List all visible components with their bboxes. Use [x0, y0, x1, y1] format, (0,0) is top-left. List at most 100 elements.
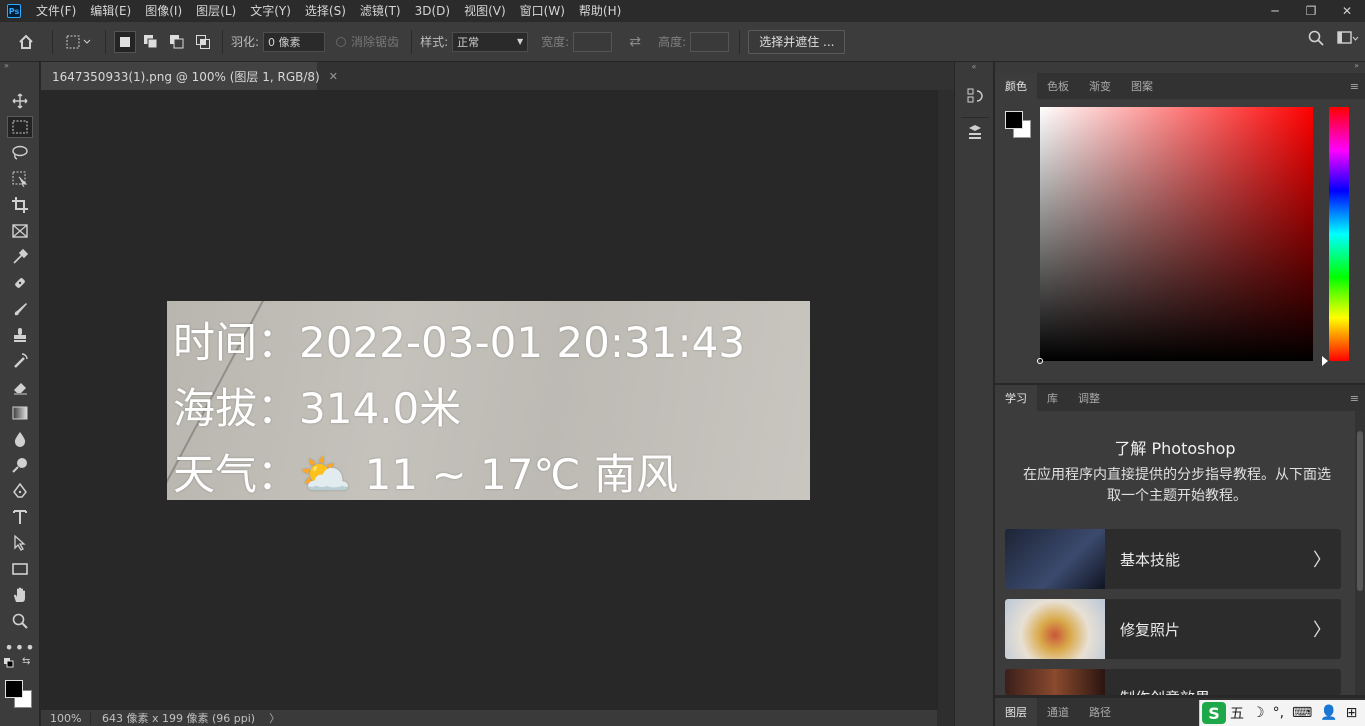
- type-tool-icon[interactable]: [0, 504, 40, 530]
- tab-patterns[interactable]: 图案: [1121, 73, 1163, 99]
- close-tab-icon[interactable]: ✕: [329, 70, 338, 83]
- more-tools-icon[interactable]: •••: [0, 634, 40, 660]
- vertical-scrollbar[interactable]: [937, 90, 954, 710]
- color-panel-swatches[interactable]: [1005, 111, 1035, 141]
- menu-filter[interactable]: 滤镜(T): [353, 0, 408, 22]
- menu-3d[interactable]: 3D(D): [408, 0, 457, 22]
- hand-tool-icon[interactable]: [0, 582, 40, 608]
- tools-panel: » ••• ⇆: [0, 62, 40, 726]
- menu-layer[interactable]: 图层(L): [189, 0, 243, 22]
- rectangular-marquee-tool-icon[interactable]: [0, 114, 40, 140]
- pen-tool-icon[interactable]: [0, 478, 40, 504]
- color-swatches[interactable]: [0, 670, 39, 710]
- status-menu-arrow-icon[interactable]: 〉: [269, 710, 280, 726]
- workspace-icon[interactable]: [1331, 31, 1365, 45]
- panel-menu-icon[interactable]: ≡: [1350, 392, 1359, 405]
- menu-select[interactable]: 选择(S): [298, 0, 353, 22]
- zoom-tool-icon[interactable]: [0, 608, 40, 634]
- color-picker-marker[interactable]: [1037, 358, 1043, 364]
- crop-tool-icon[interactable]: [0, 192, 40, 218]
- blur-tool-icon[interactable]: [0, 426, 40, 452]
- tutorial-card-basic-skills[interactable]: 基本技能 〉: [1005, 529, 1341, 589]
- tutorial-card-fix-photo[interactable]: 修复照片 〉: [1005, 599, 1341, 659]
- learn-panel-scrollbar[interactable]: [1355, 411, 1365, 695]
- document-image[interactable]: 时间：2022-03-01 20:31:43 海拔：314.0米 天气：⛅ 11…: [167, 301, 810, 500]
- history-brush-tool-icon[interactable]: [0, 348, 40, 374]
- dodge-tool-icon[interactable]: [0, 452, 40, 478]
- punctuation-icon[interactable]: °,: [1273, 705, 1284, 721]
- height-input[interactable]: [690, 31, 730, 52]
- document-tab[interactable]: 1647350933(1).png @ 100% (图层 1, RGB/8) ✕: [41, 62, 338, 90]
- move-tool-icon[interactable]: [0, 88, 40, 114]
- menu-file[interactable]: 文件(F): [29, 0, 83, 22]
- hue-slider-handle[interactable]: [1322, 356, 1328, 366]
- select-and-mask-button[interactable]: 选择并遮住 ...: [748, 29, 846, 54]
- swap-colors-icon[interactable]: ⇆: [22, 656, 30, 667]
- hue-slider[interactable]: [1322, 107, 1349, 366]
- collapsed-panel-dock: «: [954, 62, 994, 726]
- marquee-preset-icon[interactable]: [61, 35, 97, 49]
- intersect-selection-icon[interactable]: [192, 31, 214, 53]
- moon-icon[interactable]: ☽: [1252, 705, 1265, 721]
- object-selection-tool-icon[interactable]: [0, 166, 40, 192]
- tab-layers[interactable]: 图层: [995, 698, 1037, 726]
- history-panel-icon[interactable]: [955, 82, 995, 110]
- antialias-checkbox[interactable]: [336, 36, 347, 47]
- window-controls: ─ ❐ ✕: [1257, 0, 1365, 22]
- scrollbar-thumb[interactable]: [1357, 431, 1363, 591]
- collapse-toolbar-icon[interactable]: »: [0, 62, 39, 70]
- feather-input[interactable]: 0 像素: [263, 31, 326, 52]
- rectangle-tool-icon[interactable]: [0, 556, 40, 582]
- tutorial-card-creative-effects[interactable]: 制作创意效果: [1005, 669, 1341, 695]
- panel-menu-icon[interactable]: ≡: [1350, 80, 1359, 93]
- tab-adjustments[interactable]: 调整: [1068, 385, 1110, 411]
- width-input[interactable]: [573, 31, 613, 52]
- tab-libraries[interactable]: 库: [1037, 385, 1068, 411]
- home-icon[interactable]: [0, 34, 52, 50]
- tab-gradients[interactable]: 渐变: [1079, 73, 1121, 99]
- properties-panel-icon[interactable]: [955, 118, 995, 146]
- ime-mode[interactable]: 五: [1230, 703, 1244, 723]
- restore-button[interactable]: ❐: [1293, 0, 1329, 22]
- search-icon[interactable]: [1301, 30, 1331, 46]
- menu-view[interactable]: 视图(V): [457, 0, 513, 22]
- menu-edit[interactable]: 编辑(E): [83, 0, 138, 22]
- color-field[interactable]: [1037, 107, 1313, 364]
- sogou-logo-icon[interactable]: S: [1202, 702, 1226, 724]
- user-icon[interactable]: 👤: [1320, 705, 1337, 721]
- tab-color[interactable]: 颜色: [995, 73, 1037, 99]
- menu-image[interactable]: 图像(I): [138, 0, 189, 22]
- minimize-button[interactable]: ─: [1257, 0, 1293, 22]
- close-button[interactable]: ✕: [1329, 0, 1365, 22]
- foreground-color-swatch[interactable]: [5, 680, 23, 698]
- menu-window[interactable]: 窗口(W): [513, 0, 572, 22]
- menu-type[interactable]: 文字(Y): [243, 0, 298, 22]
- path-selection-tool-icon[interactable]: [0, 530, 40, 556]
- frame-tool-icon[interactable]: [0, 218, 40, 244]
- menu-help[interactable]: 帮助(H): [572, 0, 628, 22]
- tab-paths[interactable]: 路径: [1079, 698, 1121, 726]
- add-selection-icon[interactable]: [140, 31, 162, 53]
- healing-brush-tool-icon[interactable]: [0, 270, 40, 296]
- tab-swatches[interactable]: 色板: [1037, 73, 1079, 99]
- tab-learn[interactable]: 学习: [995, 385, 1037, 411]
- height-label: 高度:: [658, 35, 687, 49]
- grid-menu-icon[interactable]: ⊞: [1346, 705, 1358, 721]
- expand-dock-icon[interactable]: «: [955, 62, 993, 72]
- gradient-tool-icon[interactable]: [0, 400, 40, 426]
- default-colors-icon[interactable]: [4, 658, 14, 668]
- eraser-tool-icon[interactable]: [0, 374, 40, 400]
- brush-tool-icon[interactable]: [0, 296, 40, 322]
- keyboard-icon[interactable]: ⌨: [1292, 705, 1312, 721]
- subtract-selection-icon[interactable]: [166, 31, 188, 53]
- tab-channels[interactable]: 通道: [1037, 698, 1079, 726]
- style-select[interactable]: 正常 ▼: [452, 31, 529, 52]
- eyedropper-tool-icon[interactable]: [0, 244, 40, 270]
- lasso-tool-icon[interactable]: [0, 140, 40, 166]
- clone-stamp-tool-icon[interactable]: [0, 322, 40, 348]
- new-selection-icon[interactable]: [114, 30, 136, 53]
- collapse-dock-icon[interactable]: »: [1354, 61, 1359, 70]
- foreground-swatch[interactable]: [1005, 111, 1023, 129]
- swap-arrows-icon[interactable]: ⇄: [612, 34, 658, 50]
- zoom-level[interactable]: 100%: [41, 711, 91, 725]
